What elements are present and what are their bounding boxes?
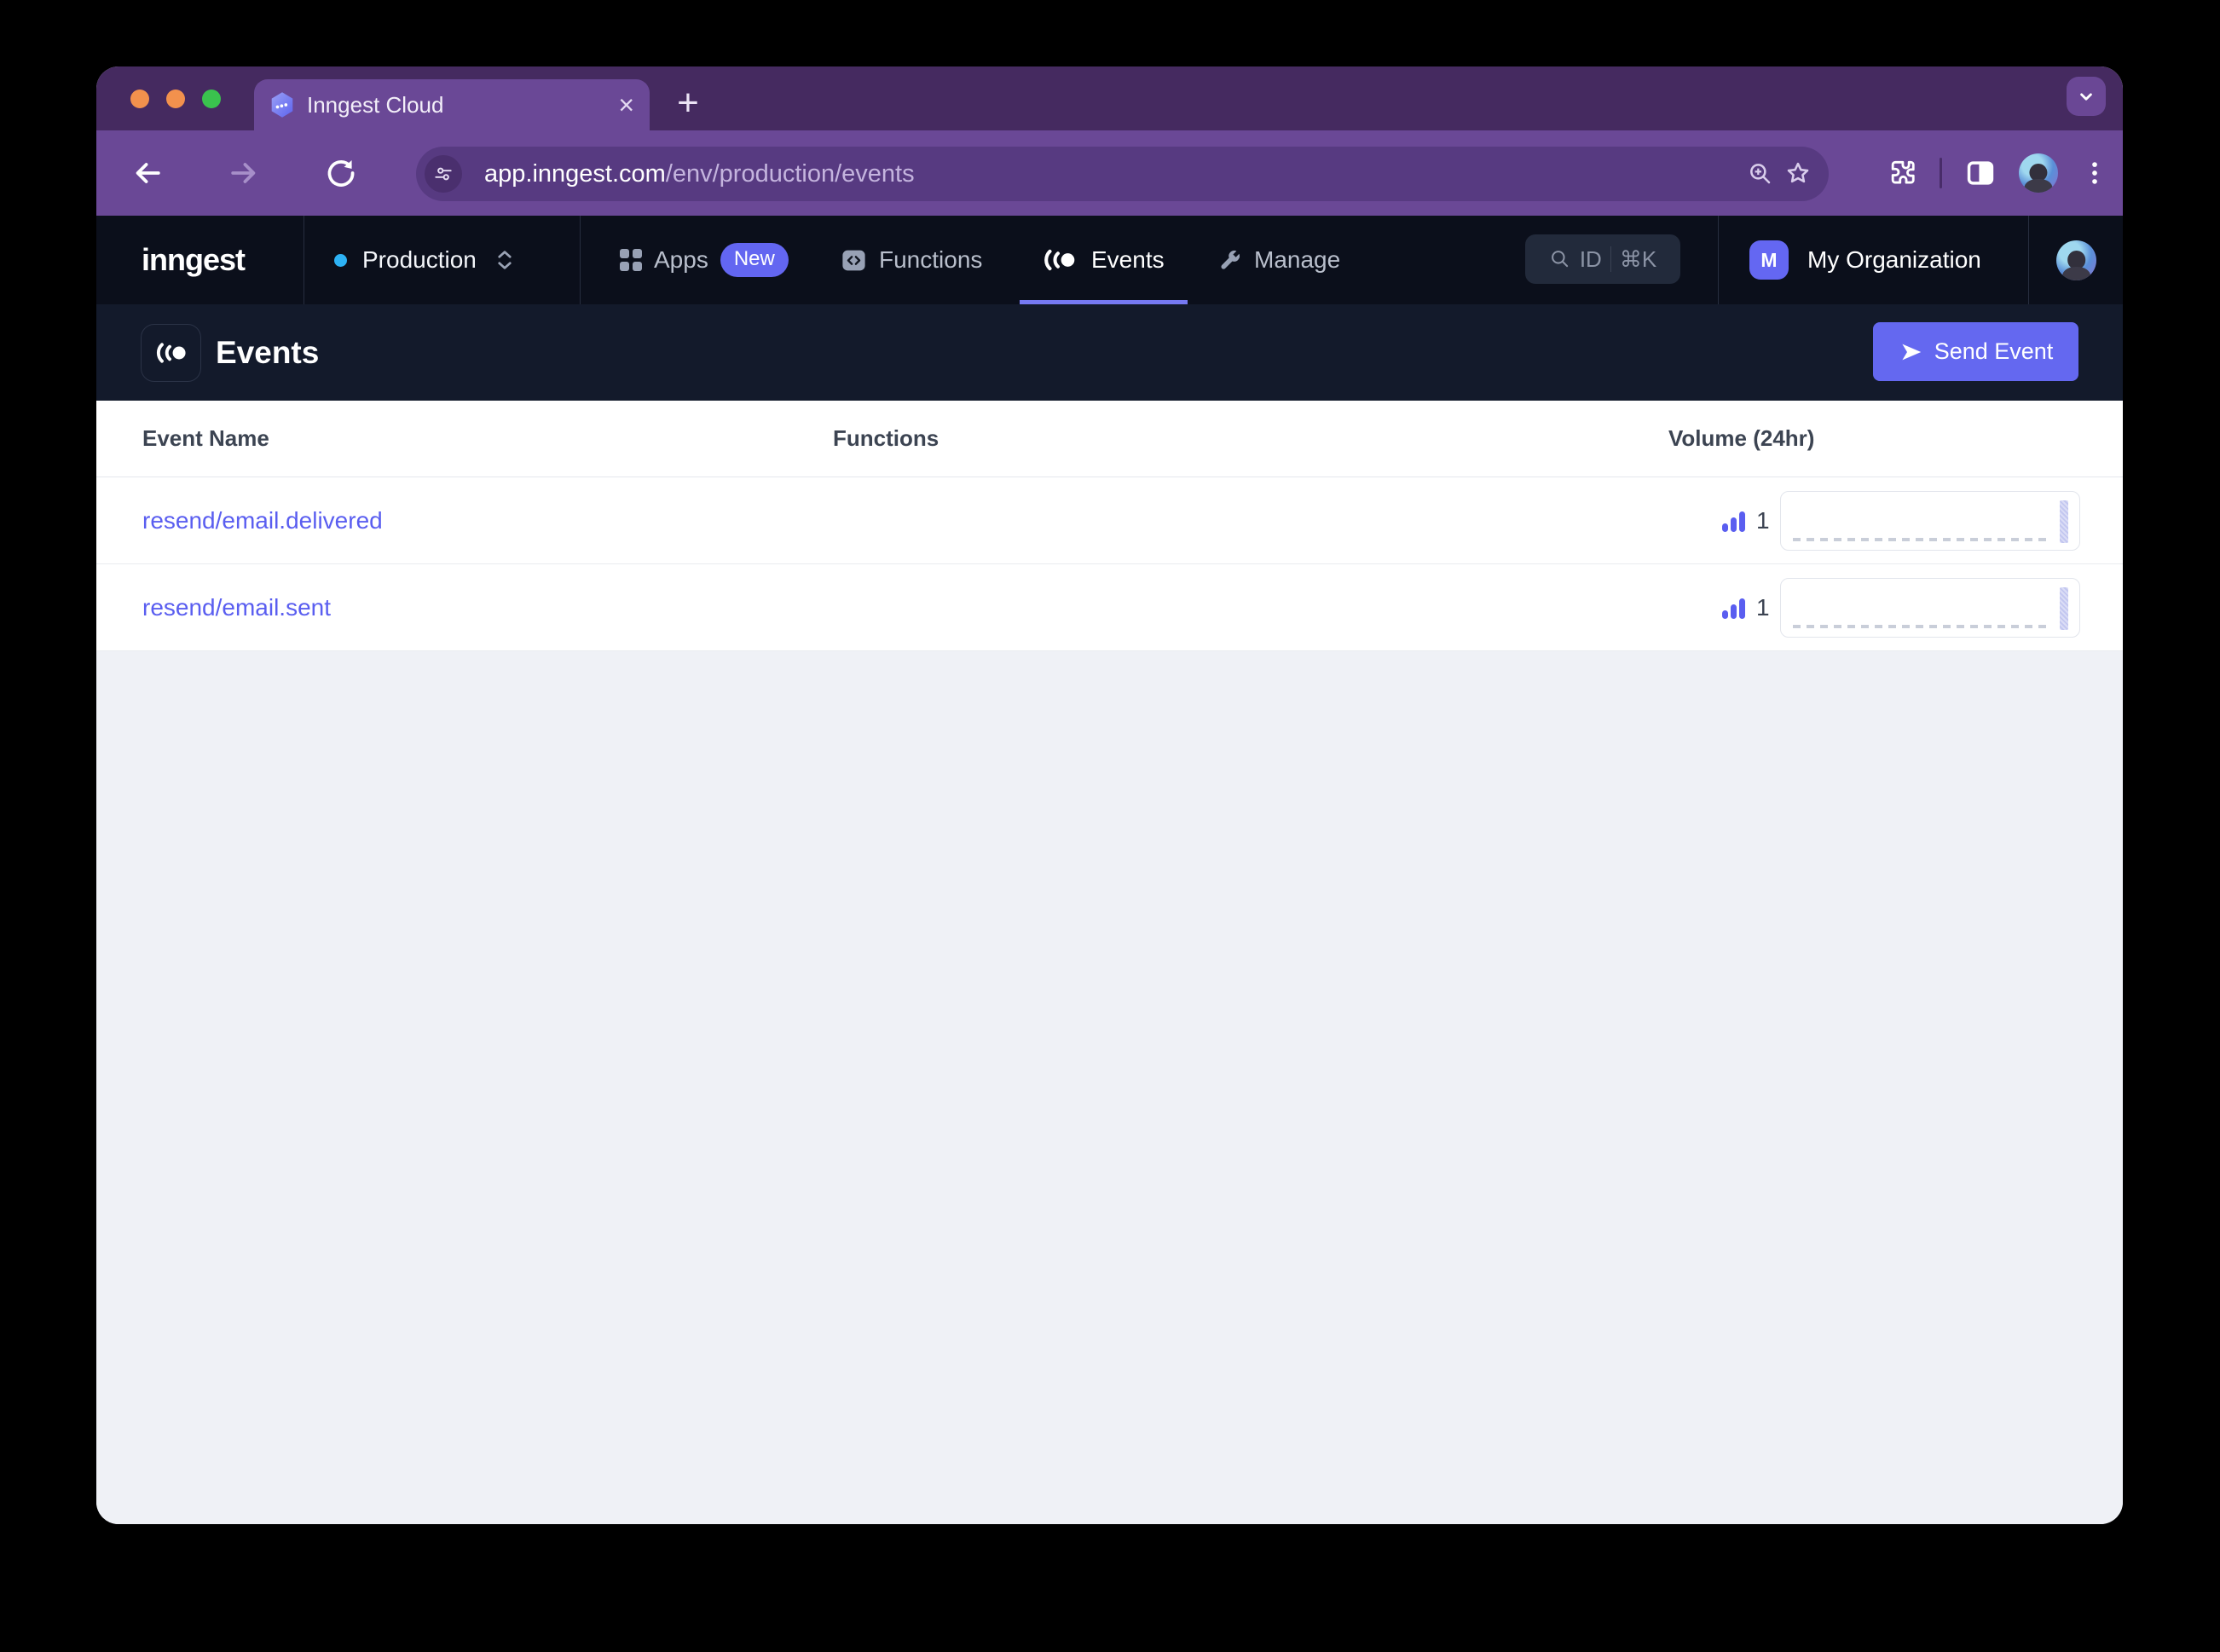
- table-header: Event Name Functions Volume (24hr): [96, 401, 2123, 477]
- tune-icon: [435, 167, 452, 181]
- zoom-page-button[interactable]: [1742, 155, 1779, 193]
- page-header: Events Send Event: [96, 304, 2123, 401]
- volume-count: 1: [1756, 593, 1770, 621]
- star-icon: [1787, 162, 1809, 183]
- inngest-logo[interactable]: inngest: [142, 216, 246, 304]
- column-header-volume: Volume (24hr): [1668, 425, 1815, 451]
- search-shortcut: ⌘K: [1619, 245, 1657, 272]
- nav-divider: [1718, 216, 1719, 304]
- magnifier-plus-icon: [1750, 164, 1771, 184]
- back-icon[interactable]: [130, 156, 165, 190]
- browser-window: Inngest Cloud × + app.inngest.com/env/pr…: [96, 66, 2123, 1524]
- bar-chart-icon: [1722, 598, 1745, 619]
- tab-overview-button[interactable]: [2067, 77, 2106, 116]
- url-bar[interactable]: app.inngest.com/env/production/events: [416, 147, 1829, 201]
- url-path: /env/production/events: [665, 159, 915, 188]
- functions-code-icon: [842, 250, 865, 270]
- events-icon: [1044, 249, 1075, 271]
- window-controls: [130, 90, 221, 108]
- volume-sparkline: [1780, 491, 2080, 551]
- events-label: Events: [1091, 246, 1165, 273]
- minimize-window-button[interactable]: [166, 90, 185, 108]
- environment-selector[interactable]: Production: [334, 216, 517, 304]
- reload-icon[interactable]: [324, 156, 358, 190]
- forward-icon[interactable]: [227, 156, 261, 190]
- browser-tab[interactable]: Inngest Cloud ×: [254, 79, 650, 130]
- menu-kebab-icon[interactable]: [2080, 157, 2109, 189]
- org-avatar: M: [1749, 240, 1789, 280]
- events-table: Event Name Functions Volume (24hr) resen…: [96, 401, 2123, 1524]
- send-event-button[interactable]: Send Event: [1873, 322, 2078, 381]
- org-selector[interactable]: M My Organization: [1749, 216, 1981, 304]
- tab-bar: Inngest Cloud × +: [96, 66, 2123, 130]
- browser-toolbar: app.inngest.com/env/production/events: [96, 130, 2123, 216]
- nav-divider: [580, 216, 581, 304]
- volume-sparkline: [1780, 578, 2080, 638]
- site-settings-button[interactable]: [425, 155, 462, 193]
- volume-count: 1: [1756, 506, 1770, 534]
- side-panel-icon[interactable]: [1964, 157, 1997, 189]
- url-domain: app.inngest.com: [484, 159, 666, 188]
- event-name-link[interactable]: resend/email.delivered: [142, 477, 383, 563]
- nav-tab-functions[interactable]: Functions: [841, 216, 982, 304]
- column-header-event-name: Event Name: [142, 425, 269, 451]
- chevron-down-icon: [2080, 93, 2092, 101]
- column-header-functions: Functions: [833, 425, 939, 451]
- extensions-icon[interactable]: [1885, 157, 1917, 189]
- nav-tab-manage[interactable]: Manage: [1217, 216, 1340, 304]
- manage-label: Manage: [1254, 246, 1341, 273]
- send-event-label: Send Event: [1934, 338, 2054, 364]
- close-window-button[interactable]: [130, 90, 149, 108]
- app-navbar: inngest Production Apps New Functions Ev…: [96, 216, 2123, 304]
- zoom-window-button[interactable]: [202, 90, 221, 108]
- url-text[interactable]: app.inngest.com/env/production/events: [484, 160, 1742, 188]
- event-name-link[interactable]: resend/email.sent: [142, 564, 331, 650]
- env-status-dot-icon: [334, 253, 347, 267]
- inngest-favicon: [271, 92, 293, 118]
- functions-label: Functions: [879, 246, 983, 273]
- table-row[interactable]: resend/email.delivered 1: [96, 477, 2123, 564]
- events-page-icon-box: [141, 324, 201, 382]
- search-box[interactable]: ID ⌘K: [1525, 234, 1680, 284]
- nav-tab-events[interactable]: Events: [1040, 216, 1165, 304]
- wrench-icon: [1221, 250, 1240, 269]
- new-tab-button[interactable]: +: [666, 82, 710, 126]
- sparkline-bar: [2060, 587, 2068, 630]
- tab-title: Inngest Cloud: [307, 91, 444, 118]
- user-avatar[interactable]: [2056, 240, 2096, 280]
- apps-grid-icon: [620, 249, 642, 271]
- table-row[interactable]: resend/email.sent 1: [96, 564, 2123, 651]
- search-divider: [1610, 246, 1611, 272]
- nav-divider: [2028, 216, 2029, 304]
- new-badge: New: [720, 243, 789, 277]
- browser-profile-avatar[interactable]: [2019, 153, 2058, 193]
- sparkline-zero-baseline: [1793, 625, 2050, 628]
- sparkline-zero-baseline: [1793, 538, 2050, 541]
- events-icon: [156, 343, 186, 363]
- environment-label: Production: [362, 246, 477, 273]
- bar-chart-icon: [1722, 511, 1745, 532]
- toolbar-actions: [1885, 152, 2109, 194]
- nav-tab-apps[interactable]: Apps New: [620, 216, 789, 304]
- org-name: My Organization: [1807, 246, 1981, 273]
- close-tab-icon[interactable]: ×: [618, 91, 634, 118]
- apps-label: Apps: [654, 246, 708, 273]
- bookmark-button[interactable]: [1779, 155, 1817, 193]
- chevron-up-down-icon: [498, 251, 512, 269]
- toolbar-divider: [1940, 158, 1942, 188]
- search-icon: [1551, 251, 1568, 268]
- send-icon: [1902, 344, 1921, 360]
- page-title: Events: [216, 334, 320, 370]
- sparkline-bar: [2060, 500, 2068, 543]
- search-label: ID: [1579, 245, 1602, 272]
